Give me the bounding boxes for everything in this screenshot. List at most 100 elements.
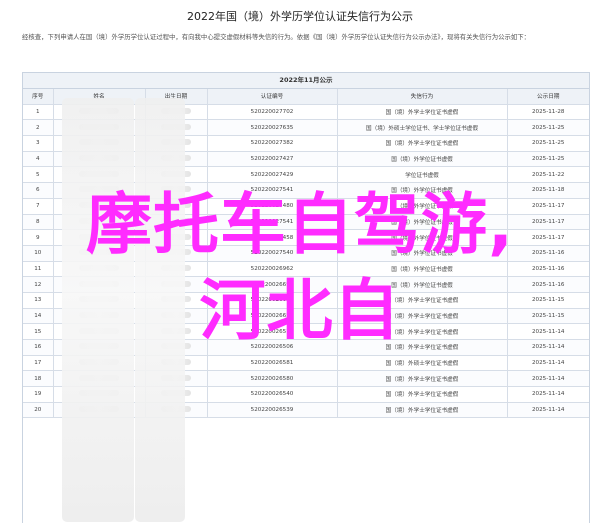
- row-birthdate-redacted: [145, 214, 208, 231]
- table-row: 12 520220026695 国（境）外学位证书虚假 2025-11-16: [23, 276, 589, 293]
- table-row: 19 520220026540 国（境）外学士学位证书虚假 2025-11-14: [23, 386, 589, 403]
- table-row: 9 520220027458 国（境）外学位证书虚假 2025-11-17: [23, 229, 589, 246]
- row-behavior: 国（境）外学士学位证书虚假: [337, 370, 508, 388]
- redacted-value: [161, 233, 191, 240]
- redacted-value: [79, 139, 119, 146]
- redacted-value: [79, 343, 119, 350]
- row-name-redacted: [53, 261, 146, 278]
- redacted-value: [79, 123, 119, 130]
- row-behavior: 国（境）外学位证书虚假: [337, 214, 508, 231]
- redacted-value: [161, 280, 191, 287]
- row-behavior: 国（境）外学位证书虚假: [337, 261, 508, 278]
- row-cert-no: 520220027480: [207, 198, 338, 215]
- row-date: 2025-11-15: [507, 308, 589, 325]
- row-cert-no: 520220026652: [207, 308, 338, 325]
- table-row: 16 520220026506 国（境）外学士学位证书虚假 2025-11-14: [23, 339, 589, 356]
- row-birthdate-redacted: [145, 245, 208, 262]
- row-behavior: 国（境）外学士学位证书虚假: [337, 402, 508, 419]
- page-title: 2022年国（境）外学历学位认证失信行为公示: [187, 10, 413, 23]
- row-name-redacted: [53, 104, 146, 121]
- row-cert-no: 520220026540: [207, 386, 338, 403]
- redacted-value: [161, 343, 191, 350]
- redacted-value: [79, 186, 119, 193]
- row-cert-no: 520220027541: [207, 214, 338, 231]
- row-name-redacted: [53, 198, 146, 215]
- row-birthdate-redacted: [145, 135, 208, 152]
- row-no: 14: [23, 308, 54, 325]
- row-no: 13: [23, 292, 54, 309]
- redacted-value: [161, 296, 191, 303]
- row-behavior: 国（境）外学位证书虚假: [337, 151, 508, 168]
- row-no: 3: [23, 135, 54, 152]
- redacted-value: [79, 406, 119, 413]
- row-no: 11: [23, 261, 54, 278]
- intro-paragraph: 经核查，下列申请人在国（境）外学历学位认证过程中，有向我中心提交虚假材料等失信的…: [22, 33, 531, 41]
- row-name-redacted: [53, 370, 146, 388]
- table-row: 1 520220027702 国（境）外学士学位证书虚假 2025-11-28: [23, 104, 589, 121]
- row-name-redacted: [53, 292, 146, 309]
- row-date: 2025-11-14: [507, 402, 589, 419]
- redacted-value: [79, 217, 119, 224]
- row-no: 2: [23, 119, 54, 137]
- redacted-value: [161, 123, 191, 130]
- row-cert-no: 520220026695: [207, 276, 338, 293]
- row-no: 19: [23, 386, 54, 403]
- table-row: 20 520220026539 国（境）外学士学位证书虚假 2025-11-14: [23, 402, 589, 419]
- table-row: 8 520220027541 国（境）外学位证书虚假 2025-11-17: [23, 214, 589, 231]
- table-row: 2 520220027635 国（境）外硕士学位证书、学士学位证书虚假 2025-11…: [23, 119, 589, 137]
- row-date: 2025-11-16: [507, 245, 589, 262]
- row-behavior: 国（境）外学位证书虚假: [337, 182, 508, 199]
- redacted-value: [161, 327, 191, 334]
- row-no: 4: [23, 151, 54, 168]
- row-date: 2025-11-22: [507, 166, 589, 184]
- redacted-value: [161, 406, 191, 413]
- row-date: 2025-11-14: [507, 323, 589, 340]
- row-behavior: 国（境）外学士学位证书虚假: [337, 104, 508, 121]
- row-behavior: 国（境）外学位证书虚假: [337, 229, 508, 246]
- row-behavior: 国（境）外学位证书虚假: [337, 276, 508, 293]
- row-name-redacted: [53, 166, 146, 184]
- redacted-value: [79, 233, 119, 240]
- row-behavior: 国（境）外硕士学位证书虚假: [337, 355, 508, 372]
- row-name-redacted: [53, 402, 146, 419]
- redacted-value: [79, 249, 119, 256]
- redacted-value: [79, 264, 119, 271]
- row-behavior: 学位证书虚假: [337, 166, 508, 184]
- row-cert-no: 520220026506: [207, 339, 338, 356]
- row-date: 2025-11-25: [507, 151, 589, 168]
- header-name: 姓名: [53, 89, 146, 105]
- row-name-redacted: [53, 214, 146, 231]
- row-date: 2025-11-18: [507, 182, 589, 199]
- row-cert-no: 520220027382: [207, 135, 338, 152]
- row-no: 7: [23, 198, 54, 215]
- redacted-value: [161, 186, 191, 193]
- row-name-redacted: [53, 229, 146, 246]
- redacted-value: [79, 170, 119, 177]
- row-cert-no: 520220027541: [207, 182, 338, 199]
- row-no: 5: [23, 166, 54, 184]
- row-date: 2025-11-17: [507, 229, 589, 246]
- row-behavior: 国（境）外学士学位证书虚假: [337, 339, 508, 356]
- redacted-value: [161, 202, 191, 209]
- row-birthdate-redacted: [145, 308, 208, 325]
- row-birthdate-redacted: [145, 355, 208, 372]
- row-date: 2025-11-25: [507, 135, 589, 152]
- row-name-redacted: [53, 339, 146, 356]
- table-row: 10 520220027540 国（境）外学位证书虚假 2025-11-16: [23, 245, 589, 262]
- row-name-redacted: [53, 276, 146, 293]
- row-name-redacted: [53, 308, 146, 325]
- redacted-value: [161, 108, 191, 115]
- row-cert-no: 520220027429: [207, 166, 338, 184]
- row-name-redacted: [53, 151, 146, 168]
- row-birthdate-redacted: [145, 370, 208, 388]
- header-cert-no: 认证编号: [207, 89, 338, 105]
- row-date: 2025-11-17: [507, 214, 589, 231]
- row-cert-no: 520220027540: [207, 245, 338, 262]
- row-behavior: 国（境）外学位证书虚假: [337, 198, 508, 215]
- row-birthdate-redacted: [145, 402, 208, 419]
- row-cert-no: 520220026658: [207, 292, 338, 309]
- redacted-value: [79, 108, 119, 115]
- row-behavior: 国（境）外学士学位证书虚假: [337, 323, 508, 340]
- row-birthdate-redacted: [145, 261, 208, 278]
- table-row: 7 520220027480 国（境）外学位证书虚假 2025-11-17: [23, 198, 589, 215]
